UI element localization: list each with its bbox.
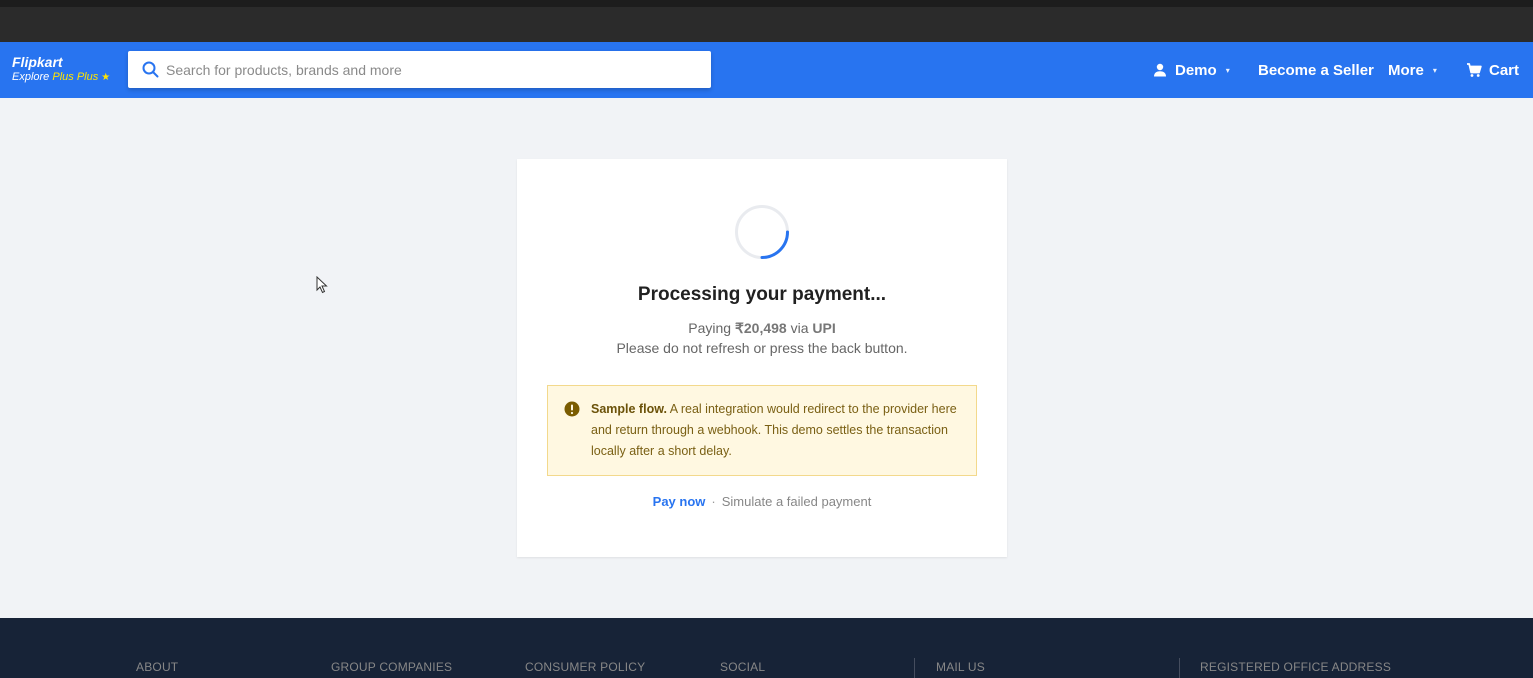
paying-prefix: Paying xyxy=(688,320,735,336)
payment-processing-card: Processing your payment... Paying ₹20,49… xyxy=(517,159,1007,557)
footer-heading-social: SOCIAL xyxy=(720,660,766,674)
logo-tagline-explore: Explore xyxy=(12,71,50,83)
processing-title: Processing your payment... xyxy=(637,284,887,305)
logo-tagline-plus: Plus xyxy=(52,71,74,83)
flipkart-logo[interactable]: Flipkart Explore Plus Plus ★ xyxy=(12,54,110,84)
do-not-refresh-note: Please do not refresh or press the back … xyxy=(616,340,908,356)
footer-heading-group-companies: GROUP COMPANIES xyxy=(331,660,453,674)
chevron-down-icon: ▾ xyxy=(1432,65,1437,75)
search-icon[interactable] xyxy=(142,61,159,78)
paying-summary: Paying ₹20,498 via UPI xyxy=(517,320,1007,337)
pay-now-link[interactable]: Pay now xyxy=(653,494,706,509)
search-input[interactable] xyxy=(166,51,701,88)
sample-flow-alert: Sample flow. A real integration would re… xyxy=(547,385,977,476)
star-icon: ★ xyxy=(101,72,111,83)
footer-heading-consumer-policy: CONSUMER POLICY xyxy=(525,660,646,674)
alert-text: Sample flow. A real integration would re… xyxy=(591,399,966,462)
cart-icon xyxy=(1467,63,1482,77)
account-label: Demo xyxy=(1175,61,1217,79)
account-menu[interactable]: Demo ▾ xyxy=(1153,42,1230,98)
paying-via: via xyxy=(786,320,813,336)
payment-actions: Pay now · Simulate a failed payment xyxy=(517,494,1007,509)
logo-tagline-plus-2: Plus xyxy=(76,71,99,83)
footer-divider xyxy=(914,658,915,678)
loading-spinner-icon xyxy=(735,205,789,259)
chevron-down-icon: ▾ xyxy=(1225,65,1230,75)
alert-title: Sample flow. xyxy=(591,402,667,416)
footer-heading-mail-us: MAIL US xyxy=(936,660,985,674)
search-box xyxy=(128,51,711,88)
become-seller-link[interactable]: Become a Seller xyxy=(1258,42,1374,98)
exclamation-icon xyxy=(564,401,580,417)
action-separator: · xyxy=(711,494,716,509)
footer-divider xyxy=(1179,658,1180,678)
cart-label: Cart xyxy=(1489,61,1520,79)
simulate-failure-link[interactable]: Simulate a failed payment xyxy=(722,494,872,509)
site-header: Flipkart Explore Plus Plus ★ Demo ▾ Beco… xyxy=(0,42,1533,98)
footer-heading-registered-office: REGISTERED OFFICE ADDRESS xyxy=(1200,660,1392,674)
payment-method: UPI xyxy=(812,320,836,336)
logo-tagline: Explore Plus Plus ★ xyxy=(12,71,110,84)
logo-name: Flipkart xyxy=(12,54,63,70)
site-footer: ABOUT GROUP COMPANIES CONSUMER POLICY SO… xyxy=(0,618,1533,678)
footer-heading-about: ABOUT xyxy=(136,660,179,674)
more-menu[interactable]: More ▾ xyxy=(1388,42,1437,98)
cart-link[interactable]: Cart xyxy=(1466,42,1519,98)
user-icon xyxy=(1154,63,1166,77)
payment-amount: ₹20,498 xyxy=(734,320,787,336)
more-label: More xyxy=(1388,61,1424,79)
mouse-cursor-icon xyxy=(316,276,328,294)
browser-top-bar xyxy=(0,0,1533,42)
